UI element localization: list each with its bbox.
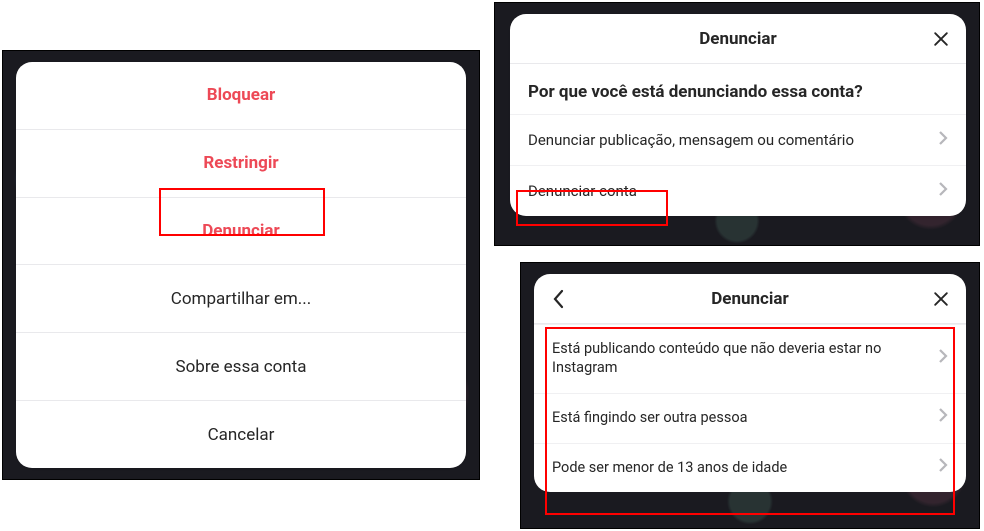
dialog-header: Denunciar <box>510 14 966 64</box>
close-icon[interactable] <box>916 274 966 324</box>
report-dialog-step1: Denunciar Por que você está denunciando … <box>510 14 966 216</box>
chevron-right-icon <box>938 349 948 369</box>
profile-action-sheet: Bloquear Restringir Denunciar Compartilh… <box>16 62 466 468</box>
dialog-header: Denunciar <box>534 274 966 324</box>
action-label: Compartilhar em... <box>171 289 311 309</box>
report-option-account[interactable]: Denunciar conta <box>510 165 966 216</box>
action-about[interactable]: Sobre essa conta <box>16 333 466 401</box>
chevron-right-icon <box>938 458 948 478</box>
option-label: Está fingindo ser outra pessoa <box>552 409 747 428</box>
option-label: Denunciar publicação, mensagem ou coment… <box>528 131 854 149</box>
back-icon[interactable] <box>534 274 584 324</box>
dialog-title: Denunciar <box>699 29 777 49</box>
report-dialog-step2: Denunciar Está publicando conteúdo que n… <box>534 274 966 492</box>
option-label: Denunciar conta <box>528 182 637 200</box>
chevron-right-icon <box>938 182 948 200</box>
report-reason-impersonation[interactable]: Está fingindo ser outra pessoa <box>534 393 966 443</box>
chevron-right-icon <box>938 131 948 149</box>
dialog-title: Denunciar <box>711 289 789 309</box>
action-label: Restringir <box>203 153 278 173</box>
action-restrict[interactable]: Restringir <box>16 130 466 198</box>
close-icon[interactable] <box>916 14 966 64</box>
action-label: Bloquear <box>207 85 276 105</box>
action-block[interactable]: Bloquear <box>16 62 466 130</box>
report-reason-underage[interactable]: Pode ser menor de 13 anos de idade <box>534 443 966 493</box>
option-label: Pode ser menor de 13 anos de idade <box>552 459 787 478</box>
action-cancel[interactable]: Cancelar <box>16 401 466 468</box>
report-question: Por que você está denunciando essa conta… <box>510 64 966 114</box>
action-report[interactable]: Denunciar <box>16 198 466 266</box>
action-label: Denunciar <box>202 221 280 241</box>
option-label: Está publicando conteúdo que não deveria… <box>552 340 948 378</box>
action-label: Sobre essa conta <box>176 357 307 377</box>
action-share[interactable]: Compartilhar em... <box>16 265 466 333</box>
report-reason-bad-content[interactable]: Está publicando conteúdo que não deveria… <box>534 324 966 393</box>
report-option-post[interactable]: Denunciar publicação, mensagem ou coment… <box>510 114 966 165</box>
chevron-right-icon <box>938 408 948 428</box>
action-label: Cancelar <box>208 425 275 445</box>
